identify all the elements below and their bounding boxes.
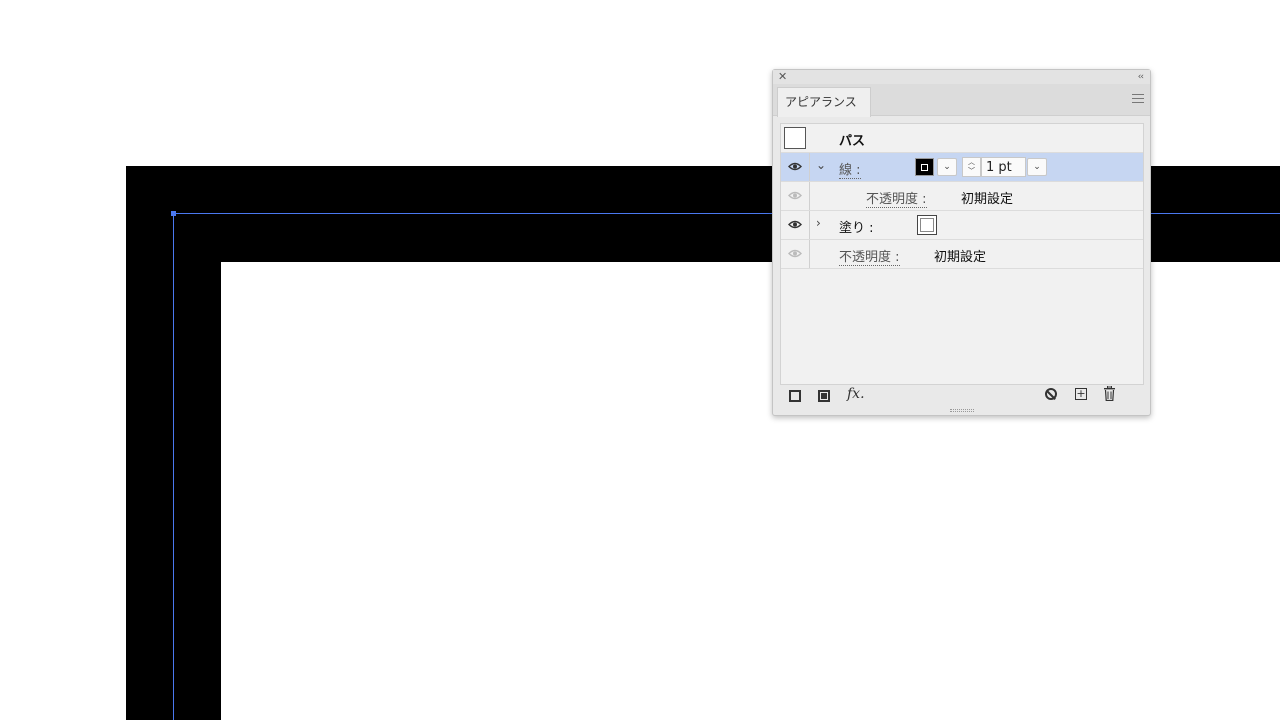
path-thumbnail bbox=[784, 127, 806, 149]
collapse-icon[interactable]: ‹‹ bbox=[1138, 70, 1144, 84]
eye-icon bbox=[788, 191, 802, 200]
stroke-row[interactable]: ⌄ 線 : ⌄ ︿ ﹀ 1 pt ⌄ bbox=[781, 153, 1143, 182]
trash-icon[interactable] bbox=[1103, 386, 1116, 401]
path-title: パス bbox=[839, 134, 866, 149]
stroke-opacity-label[interactable]: 不透明度 : bbox=[866, 192, 927, 208]
stroke-weight-stepper[interactable]: ︿ ﹀ bbox=[962, 157, 981, 177]
fill-label: 塗り : bbox=[839, 221, 874, 236]
stroke-label-text[interactable]: 線 : bbox=[839, 163, 861, 179]
object-opacity-value: 初期設定 bbox=[934, 250, 987, 265]
anchor-point[interactable] bbox=[171, 211, 176, 216]
eye-icon bbox=[788, 220, 802, 229]
fill-color-swatch[interactable] bbox=[917, 215, 937, 235]
selected-path-left-edge[interactable] bbox=[173, 213, 174, 720]
stroke-opacity-visibility-toggle[interactable] bbox=[781, 182, 810, 210]
stroke-opacity-value: 初期設定 bbox=[961, 192, 1014, 207]
resize-grip[interactable] bbox=[950, 409, 974, 412]
panel-title-bar[interactable]: ✕ ‹‹ bbox=[773, 70, 1150, 84]
appearance-list: パス ⌄ 線 : ⌄ ︿ ﹀ 1 pt ⌄ 不透明度 : 初期設定 › 塗り:… bbox=[780, 123, 1144, 385]
object-opacity-visibility-toggle[interactable] bbox=[781, 240, 810, 268]
duplicate-item-icon[interactable]: + bbox=[1075, 388, 1087, 400]
fill-row[interactable]: › 塗り : bbox=[781, 211, 1143, 240]
chevron-down-icon[interactable]: ⌄ bbox=[816, 158, 826, 172]
stroke-label[interactable]: 線 : bbox=[839, 159, 861, 179]
eye-icon bbox=[788, 249, 802, 258]
panel-menu-icon[interactable] bbox=[1132, 94, 1144, 104]
path-row[interactable]: パス bbox=[781, 124, 1143, 153]
chevron-right-icon[interactable]: › bbox=[816, 216, 821, 230]
stroke-weight-dropdown[interactable]: ⌄ bbox=[1027, 158, 1047, 176]
stroke-color-dropdown[interactable]: ⌄ bbox=[937, 158, 957, 176]
add-effect-button[interactable]: fx. bbox=[847, 386, 865, 402]
close-icon[interactable]: ✕ bbox=[778, 70, 787, 84]
stroke-opacity-row[interactable]: 不透明度 : 初期設定 bbox=[781, 182, 1143, 211]
stroke-color-swatch[interactable] bbox=[915, 158, 934, 176]
add-new-stroke-icon[interactable] bbox=[789, 390, 801, 402]
stroke-weight-input[interactable]: 1 pt bbox=[981, 157, 1026, 177]
eye-icon bbox=[788, 162, 802, 171]
object-opacity-label[interactable]: 不透明度 : bbox=[839, 250, 900, 266]
add-new-fill-icon[interactable] bbox=[818, 390, 830, 402]
object-opacity-row[interactable]: 不透明度 : 初期設定 bbox=[781, 240, 1143, 269]
clear-appearance-icon[interactable] bbox=[1045, 388, 1057, 400]
tab-appearance[interactable]: アピアランス bbox=[777, 87, 871, 117]
panel-tab-bar: アピアランス bbox=[773, 84, 1150, 117]
appearance-panel: ✕ ‹‹ アピアランス パス ⌄ 線 : ⌄ ︿ ﹀ 1 pt ⌄ 不透明度:… bbox=[772, 69, 1151, 416]
fill-visibility-toggle[interactable] bbox=[781, 211, 810, 239]
stroke-visibility-toggle[interactable] bbox=[781, 153, 810, 181]
